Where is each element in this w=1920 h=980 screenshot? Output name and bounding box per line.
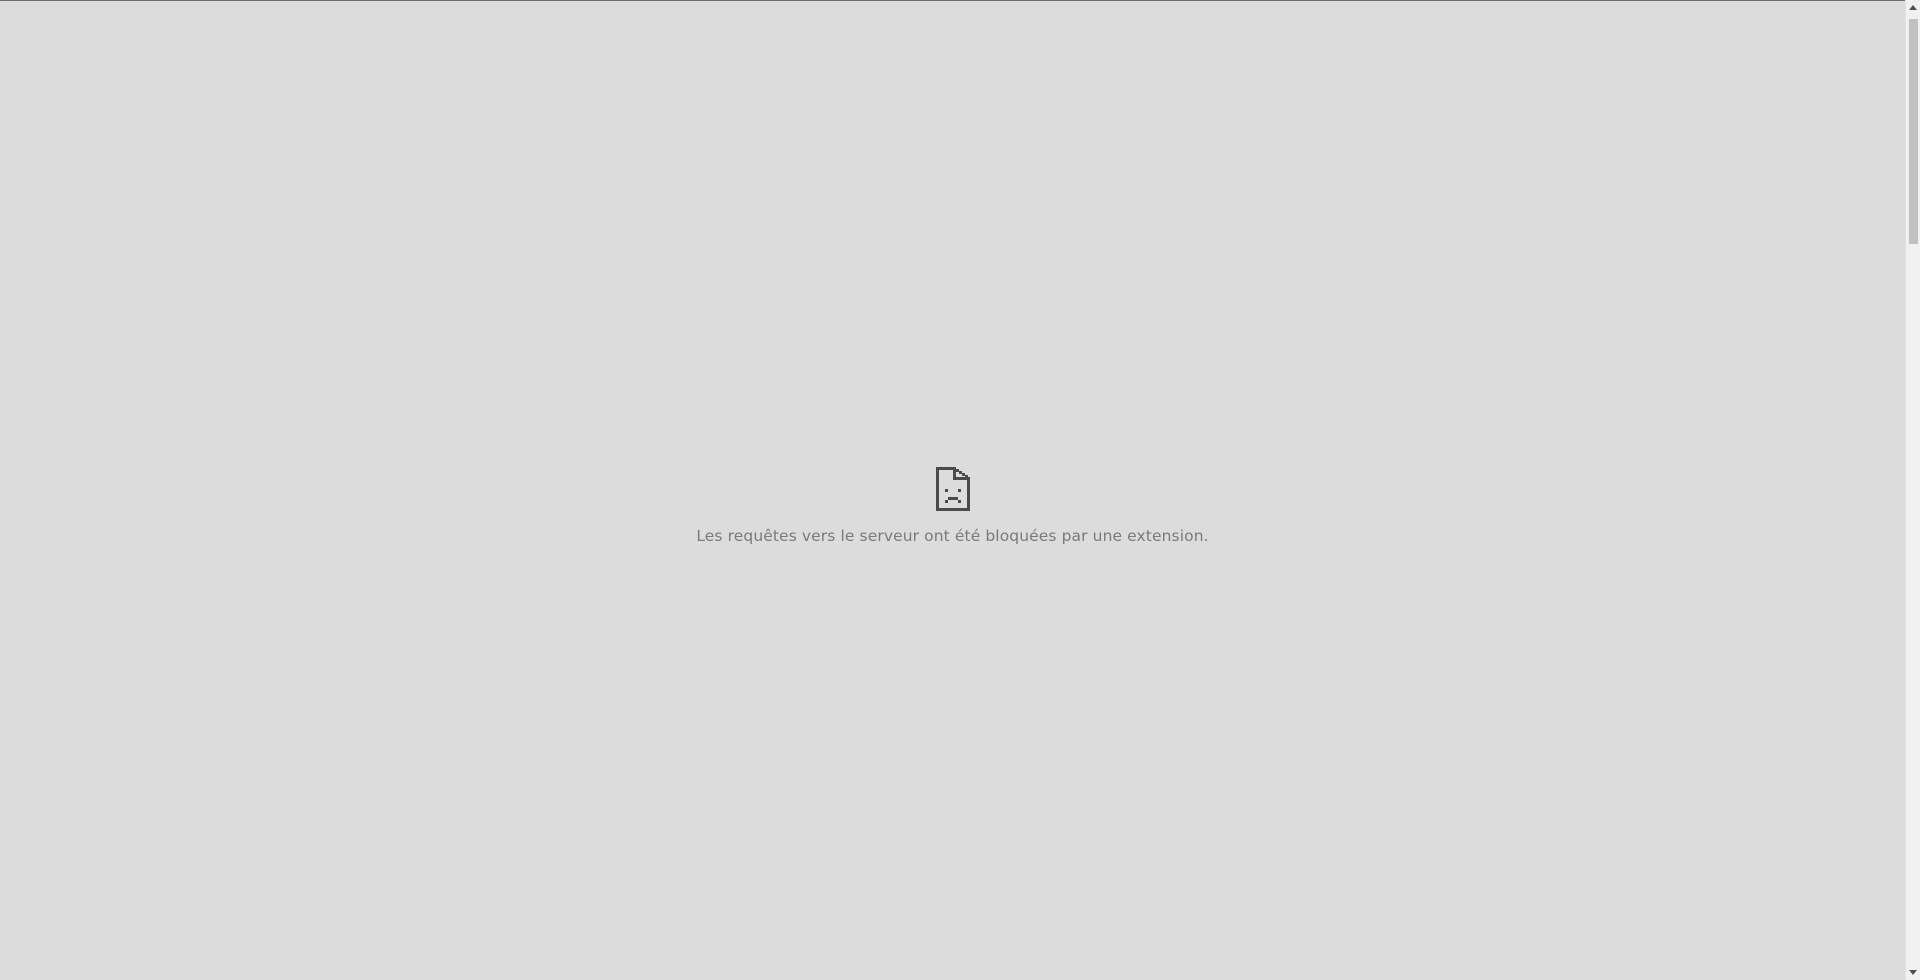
- scroll-up-arrow-icon[interactable]: [1909, 5, 1917, 10]
- error-block: Les requêtes vers le serveur ont été blo…: [0, 467, 1905, 545]
- vertical-scrollbar[interactable]: [1905, 0, 1920, 980]
- scroll-down-arrow-icon[interactable]: [1909, 970, 1917, 975]
- error-message: Les requêtes vers le serveur ont été blo…: [696, 527, 1209, 545]
- sad-document-icon: [935, 467, 970, 511]
- scrollbar-thumb[interactable]: [1909, 19, 1918, 244]
- page-viewport: Les requêtes vers le serveur ont été blo…: [0, 1, 1905, 980]
